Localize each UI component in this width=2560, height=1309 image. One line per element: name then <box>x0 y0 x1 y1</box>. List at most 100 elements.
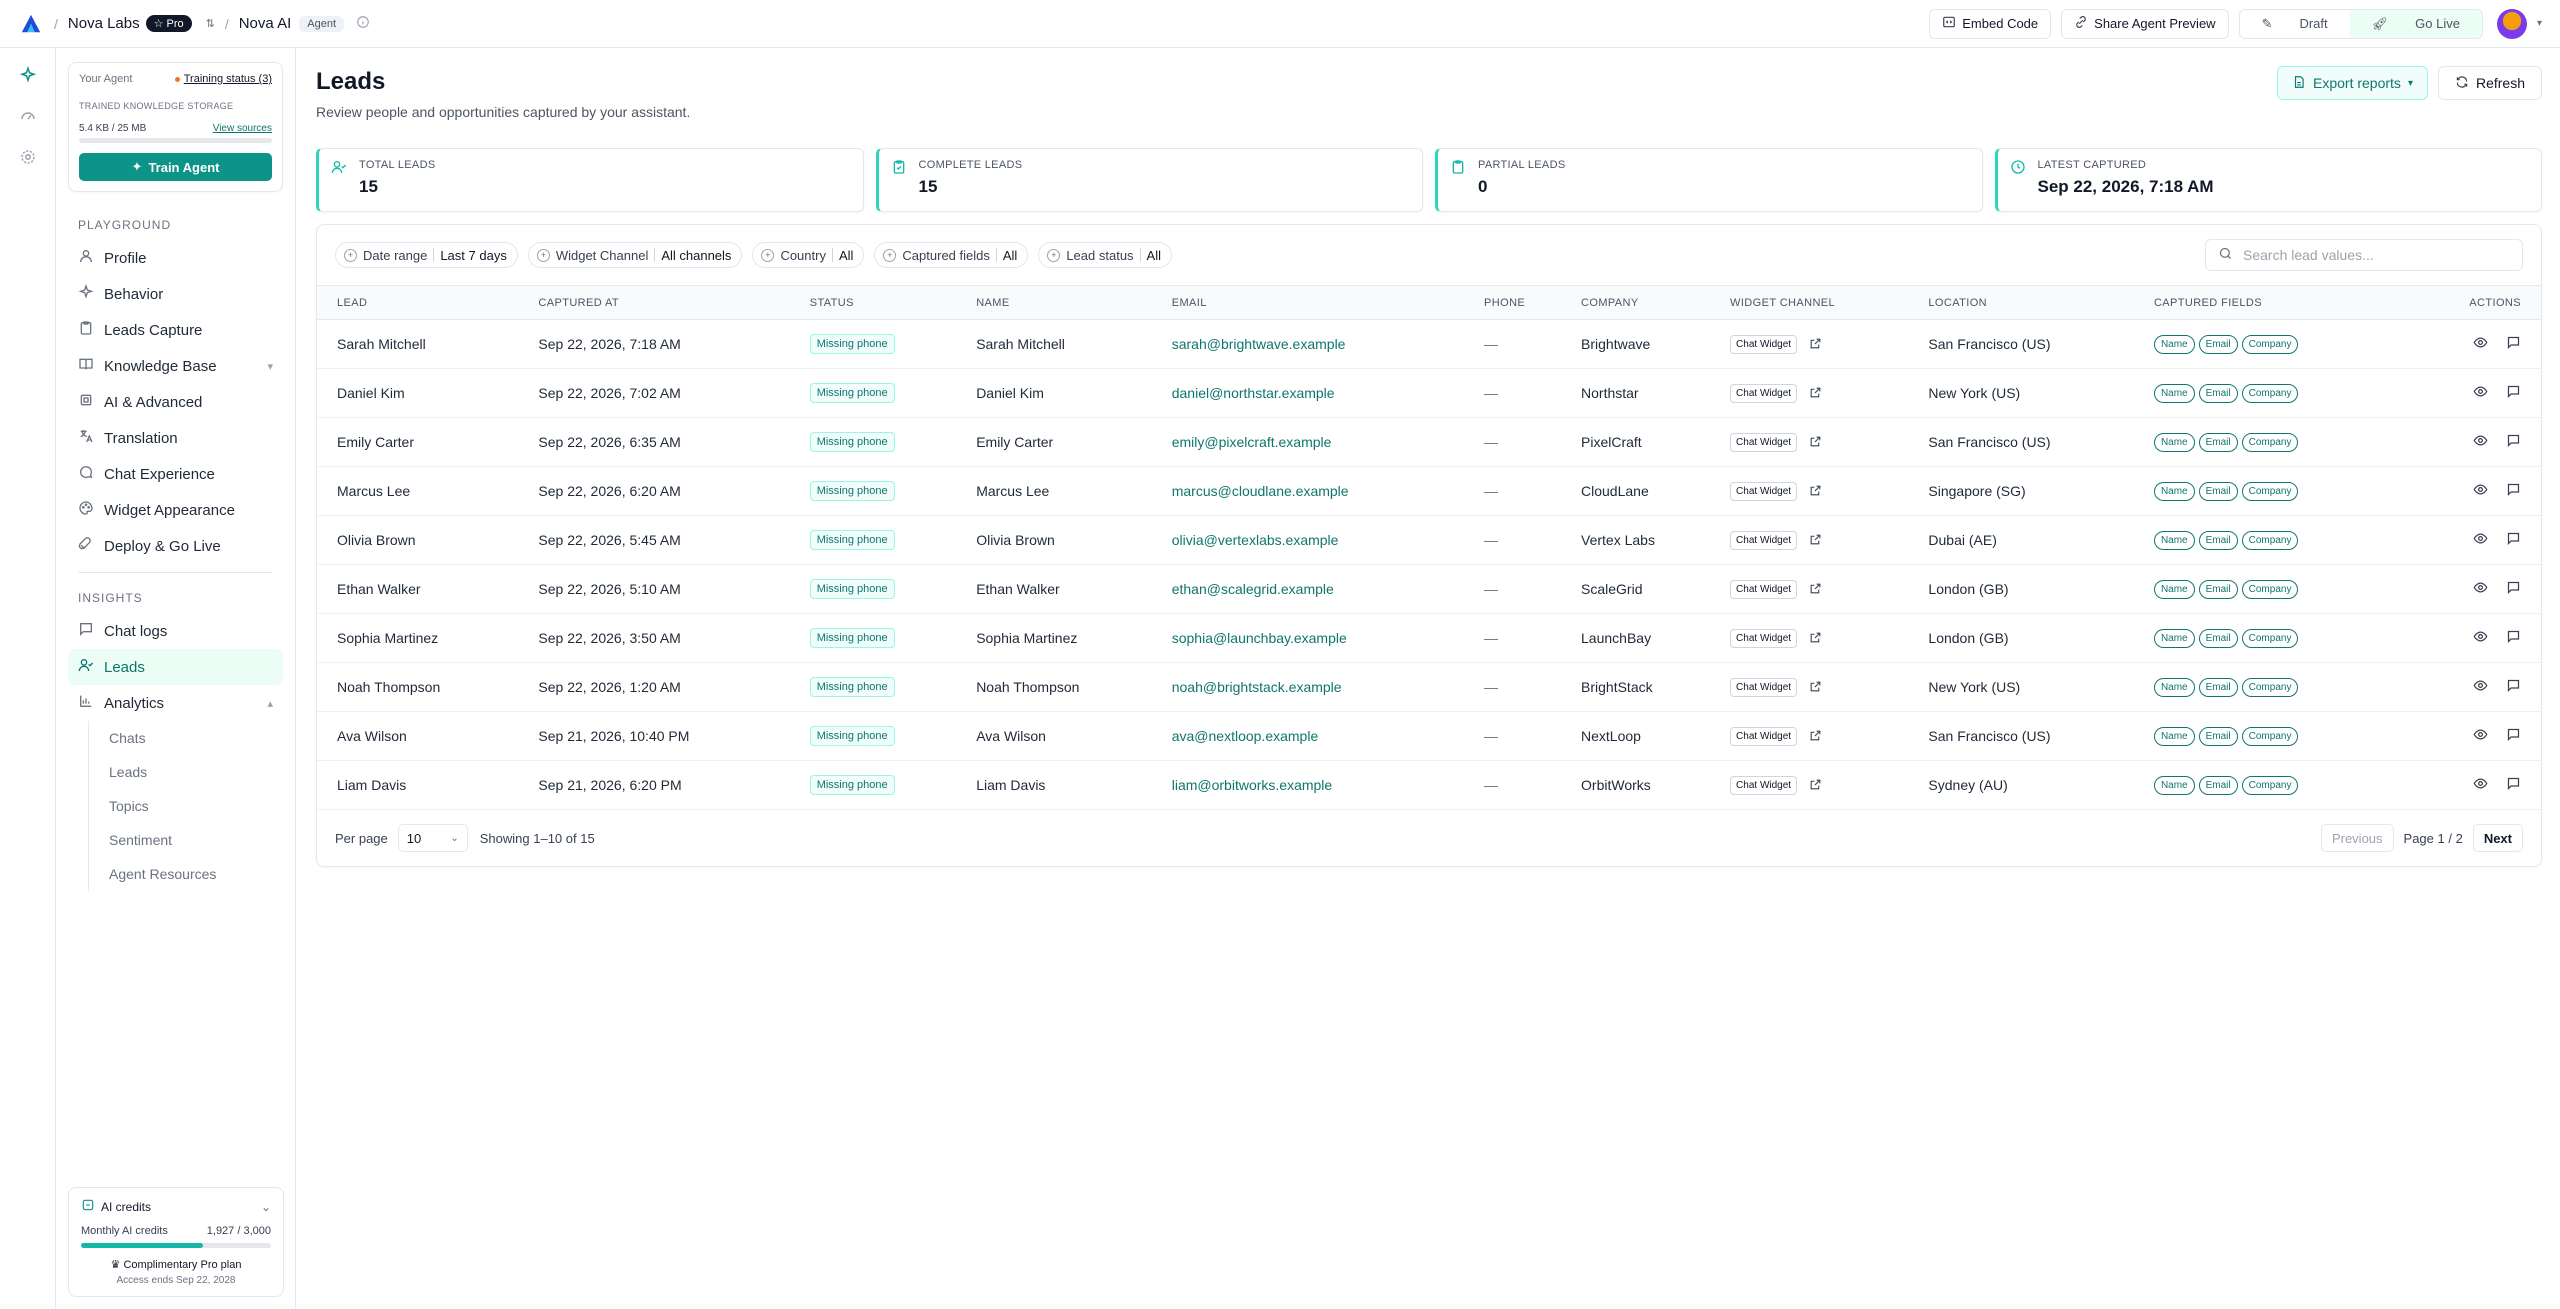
subnav-item-leads[interactable]: Leads <box>109 755 283 789</box>
sidebar-item-deploy[interactable]: Deploy & Go Live <box>68 528 283 564</box>
view-eye-icon[interactable] <box>2473 531 2488 549</box>
view-eye-icon[interactable] <box>2473 776 2488 794</box>
email-link[interactable]: emily@pixelcraft.example <box>1172 434 1332 450</box>
table-row[interactable]: Olivia Brown Sep 22, 2026, 5:45 AM Missing… <box>317 515 2541 565</box>
view-eye-icon[interactable] <box>2473 335 2488 353</box>
open-chat-icon[interactable] <box>2506 727 2521 745</box>
next-page-button[interactable]: Next <box>2472 824 2523 852</box>
workspace-switcher-icon[interactable]: ⇅ <box>206 17 215 30</box>
sidebar-item-ai-advanced[interactable]: AI & Advanced <box>68 384 283 420</box>
sidebar-item-chat-experience[interactable]: Chat Experience <box>68 456 283 492</box>
subnav-item-chats[interactable]: Chats <box>109 721 283 755</box>
view-eye-icon[interactable] <box>2473 580 2488 598</box>
app-logo[interactable] <box>18 11 44 37</box>
table-row[interactable]: Daniel Kim Sep 22, 2026, 7:02 AM Missing p… <box>317 368 2541 418</box>
open-chat-icon[interactable] <box>2506 335 2521 353</box>
open-chat-icon[interactable] <box>2506 433 2521 451</box>
table-row[interactable]: Ava Wilson Sep 21, 2026, 10:40 PM Missing … <box>317 711 2541 761</box>
view-eye-icon[interactable] <box>2473 433 2488 451</box>
table-row[interactable]: Marcus Lee Sep 22, 2026, 6:20 AM Missing p… <box>317 466 2541 516</box>
external-link-icon[interactable] <box>1809 729 1822 745</box>
table-row[interactable]: Emily Carter Sep 22, 2026, 6:35 AM Missing… <box>317 417 2541 467</box>
external-link-icon[interactable] <box>1809 337 1822 353</box>
gear-icon[interactable] <box>19 148 37 169</box>
draft-toggle[interactable]: ✎ Draft <box>2240 10 2350 38</box>
subnav-item-topics[interactable]: Topics <box>109 789 283 823</box>
table-row[interactable]: Sophia Martinez Sep 22, 2026, 3:50 AM Miss… <box>317 613 2541 663</box>
sidebar-item-chat-logs[interactable]: Chat logs <box>68 613 283 649</box>
view-eye-icon[interactable] <box>2473 727 2488 745</box>
external-link-icon[interactable] <box>1809 680 1822 696</box>
sidebar-item-widget-appearance[interactable]: Widget Appearance <box>68 492 283 528</box>
external-link-icon[interactable] <box>1809 386 1822 402</box>
sidebar-item-behavior[interactable]: Behavior <box>68 276 283 312</box>
external-link-icon[interactable] <box>1809 533 1822 549</box>
sidebar-item-leads[interactable]: Leads <box>68 649 283 685</box>
sidebar-item-knowledge-base[interactable]: Knowledge Base ▾ <box>68 348 283 384</box>
open-chat-icon[interactable] <box>2506 776 2521 794</box>
open-chat-icon[interactable] <box>2506 580 2521 598</box>
view-eye-icon[interactable] <box>2473 482 2488 500</box>
email-link[interactable]: ethan@scalegrid.example <box>1172 581 1334 597</box>
table-row[interactable]: Noah Thompson Sep 22, 2026, 1:20 AM Missin… <box>317 662 2541 712</box>
external-link-icon[interactable] <box>1809 582 1822 598</box>
open-chat-icon[interactable] <box>2506 482 2521 500</box>
email-link[interactable]: noah@brightstack.example <box>1172 679 1342 695</box>
table-row[interactable]: Sarah Mitchell Sep 22, 2026, 7:18 AM Missi… <box>317 319 2541 369</box>
email-link[interactable]: daniel@northstar.example <box>1172 385 1335 401</box>
gauge-icon[interactable] <box>19 107 37 128</box>
sidebar-item-translation[interactable]: Translation <box>68 420 283 456</box>
filter-captured-fields[interactable]: + Captured fields All <box>874 242 1029 268</box>
view-eye-icon[interactable] <box>2473 678 2488 696</box>
open-chat-icon[interactable] <box>2506 678 2521 696</box>
subnav-item-agent-resources[interactable]: Agent Resources <box>109 857 283 891</box>
open-chat-icon[interactable] <box>2506 531 2521 549</box>
view-eye-icon[interactable] <box>2473 384 2488 402</box>
sidebar-item-analytics[interactable]: Analytics ▴ <box>68 685 283 721</box>
table-row[interactable]: Liam Davis Sep 21, 2026, 6:20 PM Missing p… <box>317 760 2541 810</box>
workspace-name[interactable]: Nova Labs <box>68 15 140 32</box>
export-reports-button[interactable]: Export reports ▾ <box>2277 66 2428 100</box>
sidebar-item-profile[interactable]: Profile <box>68 240 283 276</box>
external-link-icon[interactable] <box>1809 435 1822 451</box>
cell-phone: — <box>1474 319 1572 369</box>
search-input[interactable] <box>2243 247 2510 263</box>
user-avatar[interactable] <box>2496 8 2527 39</box>
training-status-link[interactable]: Training status (3) <box>174 73 272 85</box>
sparkle-icon[interactable] <box>19 65 37 87</box>
ai-credits-header[interactable]: AI credits ⌄ <box>81 1198 271 1215</box>
open-chat-icon[interactable] <box>2506 629 2521 647</box>
refresh-button[interactable]: Refresh <box>2437 66 2542 100</box>
email-link[interactable]: olivia@vertexlabs.example <box>1172 532 1339 548</box>
previous-page-button[interactable]: Previous <box>2320 824 2394 852</box>
email-link[interactable]: ava@nextloop.example <box>1172 728 1319 744</box>
filter-lead-status[interactable]: + Lead status All <box>1038 242 1172 268</box>
filter-date-range[interactable]: + Date range Last 7 days <box>335 242 518 268</box>
share-preview-button[interactable]: Share Agent Preview <box>2061 8 2229 39</box>
filter-country[interactable]: + Country All <box>752 242 865 268</box>
info-icon[interactable] <box>356 15 370 32</box>
agent-card-title: Your Agent <box>79 73 133 85</box>
external-link-icon[interactable] <box>1809 631 1822 647</box>
captured-field-pill: Company <box>2241 776 2299 795</box>
per-page-select[interactable]: 10 ⌄ <box>397 824 468 852</box>
embed-code-button[interactable]: Embed Code <box>1929 8 2052 39</box>
filter-widget-channel[interactable]: + Widget Channel All channels <box>527 242 743 268</box>
chevron-down-icon[interactable]: ▾ <box>2537 18 2542 29</box>
table-row[interactable]: Ethan Walker Sep 22, 2026, 5:10 AM Missing… <box>317 564 2541 614</box>
train-agent-button[interactable]: ✦ Train Agent <box>79 153 272 181</box>
agent-name[interactable]: Nova AI <box>239 15 292 32</box>
external-link-icon[interactable] <box>1809 778 1822 794</box>
cell-actions <box>2411 662 2541 712</box>
external-link-icon[interactable] <box>1809 484 1822 500</box>
email-link[interactable]: marcus@cloudlane.example <box>1172 483 1349 499</box>
email-link[interactable]: sophia@launchbay.example <box>1172 630 1347 646</box>
sidebar-item-leads-capture[interactable]: Leads Capture <box>68 312 283 348</box>
go-live-toggle[interactable]: 🚀︎ Go Live <box>2349 9 2482 38</box>
subnav-item-sentiment[interactable]: Sentiment <box>109 823 283 857</box>
view-eye-icon[interactable] <box>2473 629 2488 647</box>
open-chat-icon[interactable] <box>2506 384 2521 402</box>
email-link[interactable]: liam@orbitworks.example <box>1172 777 1332 793</box>
email-link[interactable]: sarah@brightwave.example <box>1172 336 1346 352</box>
view-sources-link[interactable]: View sources <box>213 123 272 134</box>
